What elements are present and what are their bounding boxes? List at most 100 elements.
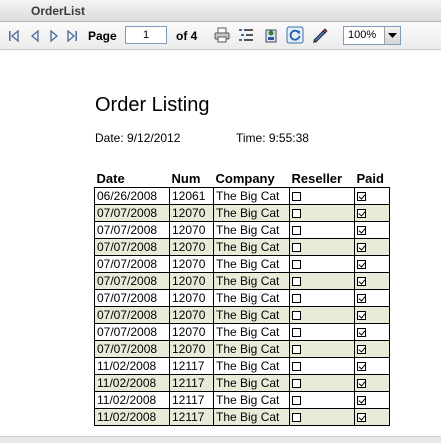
cell-date: 07/07/2008 — [94, 204, 170, 222]
table-row: 07/07/2008 12070 The Big Cat — [94, 289, 390, 307]
reseller-checkbox — [292, 209, 301, 218]
reseller-checkbox — [292, 413, 301, 422]
table-row: 06/26/2008 12061 The Big Cat — [94, 187, 390, 205]
reseller-checkbox — [292, 243, 301, 252]
next-page-icon[interactable] — [47, 28, 61, 44]
reseller-checkbox — [292, 311, 301, 320]
table-row: 07/07/2008 12070 The Big Cat — [94, 306, 390, 324]
paid-checkbox — [357, 243, 366, 252]
chevron-down-icon[interactable] — [384, 27, 400, 44]
paid-checkbox — [357, 379, 366, 388]
cell-num: 12070 — [169, 306, 214, 324]
cell-reseller — [289, 272, 355, 290]
cell-num: 12061 — [169, 187, 214, 205]
cell-num: 12070 — [169, 289, 214, 307]
reseller-checkbox — [292, 260, 301, 269]
page-number-input[interactable] — [125, 26, 167, 44]
table-row: 07/07/2008 12070 The Big Cat — [94, 204, 390, 222]
cell-num: 12117 — [169, 391, 214, 409]
paid-checkbox — [357, 209, 366, 218]
table-row: 07/07/2008 12070 The Big Cat — [94, 238, 390, 256]
cell-date: 07/07/2008 — [94, 340, 170, 358]
cell-reseller — [289, 238, 355, 256]
cell-paid — [354, 357, 390, 375]
paid-checkbox — [357, 328, 366, 337]
paid-checkbox — [357, 192, 366, 201]
cell-date: 11/02/2008 — [94, 374, 170, 392]
report-title: Order Listing — [95, 94, 210, 116]
zoom-select[interactable]: 100% — [343, 26, 401, 45]
horizontal-scrollbar[interactable] — [0, 436, 441, 443]
cell-reseller — [289, 204, 355, 222]
paid-checkbox — [357, 396, 366, 405]
cell-num: 12070 — [169, 238, 214, 256]
cell-company: The Big Cat — [213, 238, 290, 256]
cell-paid — [354, 238, 390, 256]
reseller-checkbox — [292, 379, 301, 388]
cell-company: The Big Cat — [213, 340, 290, 358]
export-icon[interactable] — [262, 26, 280, 44]
table-of-contents-icon[interactable] — [237, 26, 255, 44]
cell-paid — [354, 204, 390, 222]
cell-company: The Big Cat — [213, 306, 290, 324]
paid-checkbox — [357, 226, 366, 235]
cell-company: The Big Cat — [213, 187, 290, 205]
cell-reseller — [289, 391, 355, 409]
cell-num: 12070 — [169, 323, 214, 341]
cell-paid — [354, 340, 390, 358]
cell-reseller — [289, 408, 355, 426]
cell-company: The Big Cat — [213, 255, 290, 273]
previous-page-icon[interactable] — [28, 28, 42, 44]
cell-date: 07/07/2008 — [94, 306, 170, 324]
cell-num: 12117 — [169, 357, 214, 375]
reseller-checkbox — [292, 362, 301, 371]
cell-num: 12070 — [169, 272, 214, 290]
paid-checkbox — [357, 345, 366, 354]
cell-date: 11/02/2008 — [94, 408, 170, 426]
cell-num: 12070 — [169, 255, 214, 273]
edit-pen-icon[interactable] — [311, 26, 329, 44]
first-page-icon[interactable] — [7, 28, 21, 44]
table-row: 11/02/2008 12117 The Big Cat — [94, 408, 390, 426]
orders-table-body: 06/26/2008 12061 The Big Cat 07/07/2008 1207… — [94, 187, 390, 426]
table-row: 07/07/2008 12070 The Big Cat — [94, 323, 390, 341]
cell-paid — [354, 306, 390, 324]
last-page-icon[interactable] — [65, 28, 79, 44]
report-time: Time: 9:55:38 — [236, 131, 309, 145]
page-count-label: of 4 — [176, 29, 198, 43]
column-header-company: Company — [215, 170, 275, 186]
cell-num: 12070 — [169, 340, 214, 358]
cell-date: 11/02/2008 — [94, 391, 170, 409]
cell-reseller — [289, 221, 355, 239]
reseller-checkbox — [292, 277, 301, 286]
window-title: OrderList — [31, 4, 86, 18]
cell-paid — [354, 255, 390, 273]
cell-paid — [354, 289, 390, 307]
cell-paid — [354, 221, 390, 239]
print-icon[interactable] — [213, 26, 231, 44]
table-row: 07/07/2008 12070 The Big Cat — [94, 340, 390, 358]
cell-num: 12070 — [169, 221, 214, 239]
refresh-icon[interactable] — [286, 26, 304, 44]
table-row: 07/07/2008 12070 The Big Cat — [94, 221, 390, 239]
cell-date: 07/07/2008 — [94, 255, 170, 273]
paid-checkbox — [357, 260, 366, 269]
cell-reseller — [289, 340, 355, 358]
reseller-checkbox — [292, 294, 301, 303]
paid-checkbox — [357, 311, 366, 320]
cell-company: The Big Cat — [213, 391, 290, 409]
cell-company: The Big Cat — [213, 323, 290, 341]
cell-company: The Big Cat — [213, 408, 290, 426]
paid-checkbox — [357, 277, 366, 286]
column-header-reseller: Reseller — [291, 170, 343, 186]
cell-num: 12117 — [169, 374, 214, 392]
zoom-value: 100% — [348, 29, 377, 41]
orders-table: Date Num Company Reseller Paid 06/26/200… — [94, 170, 390, 426]
cell-num: 12070 — [169, 204, 214, 222]
cell-reseller — [289, 255, 355, 273]
reseller-checkbox — [292, 192, 301, 201]
cell-num: 12117 — [169, 408, 214, 426]
window-titlebar: OrderList — [0, 0, 441, 22]
column-header-num: Num — [171, 170, 201, 186]
cell-paid — [354, 272, 390, 290]
